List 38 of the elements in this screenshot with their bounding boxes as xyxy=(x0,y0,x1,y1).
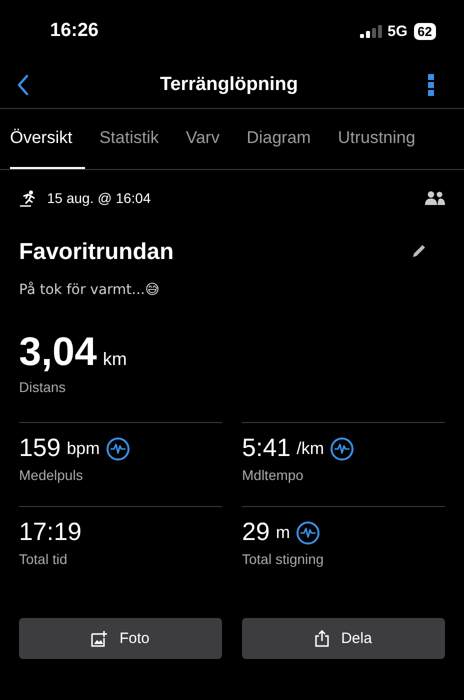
battery-indicator: 62 xyxy=(414,22,436,40)
metric-value: 29 xyxy=(242,518,270,547)
tab[interactable]: Översikt xyxy=(10,109,86,169)
tab[interactable]: Utrustning xyxy=(324,109,428,169)
distance-value: 3,04 xyxy=(19,330,97,375)
metric-label: Total stigning xyxy=(242,551,325,567)
metric-value: 159 xyxy=(19,434,61,463)
chart-icon[interactable] xyxy=(106,436,130,460)
tab[interactable]: Statistik xyxy=(86,109,172,169)
metric-value: 5:41 xyxy=(242,434,291,463)
metric-unit: m xyxy=(276,522,290,542)
chart-icon[interactable] xyxy=(296,520,320,544)
metric-value: 17:19 xyxy=(19,518,82,547)
more-menu-button[interactable] xyxy=(426,71,436,99)
activity-note: På tok för varmt...😅 xyxy=(19,282,161,298)
screen-title: Terränglöpning xyxy=(159,74,299,96)
chart-icon[interactable] xyxy=(330,436,354,460)
metric-label: Medelpuls xyxy=(19,467,84,483)
activity-name: Favoritrundan xyxy=(19,238,174,264)
signal-icon xyxy=(360,24,382,38)
people-icon[interactable] xyxy=(425,191,445,205)
metric-unit: /km xyxy=(296,438,324,458)
distance-label: Distans xyxy=(19,379,67,395)
add-photo-button[interactable]: Foto xyxy=(19,618,222,659)
network-label: 5G xyxy=(388,22,408,40)
tab[interactable]: Varv xyxy=(172,109,233,169)
share-icon xyxy=(315,630,330,647)
metric-label: Mdltempo xyxy=(242,467,304,483)
metric-unit: bpm xyxy=(66,438,100,458)
runner-icon xyxy=(19,190,37,206)
activity-date: 15 aug. @ 16:04 xyxy=(47,190,151,206)
add-photo-icon xyxy=(91,630,108,646)
tab[interactable]: Diagram xyxy=(234,109,324,169)
pencil-icon[interactable] xyxy=(411,243,427,259)
metric-label: Total tid xyxy=(19,551,68,567)
distance-unit: km xyxy=(102,349,127,370)
status-time: 16:26 xyxy=(50,20,99,42)
share-button[interactable]: Dela xyxy=(242,618,445,659)
